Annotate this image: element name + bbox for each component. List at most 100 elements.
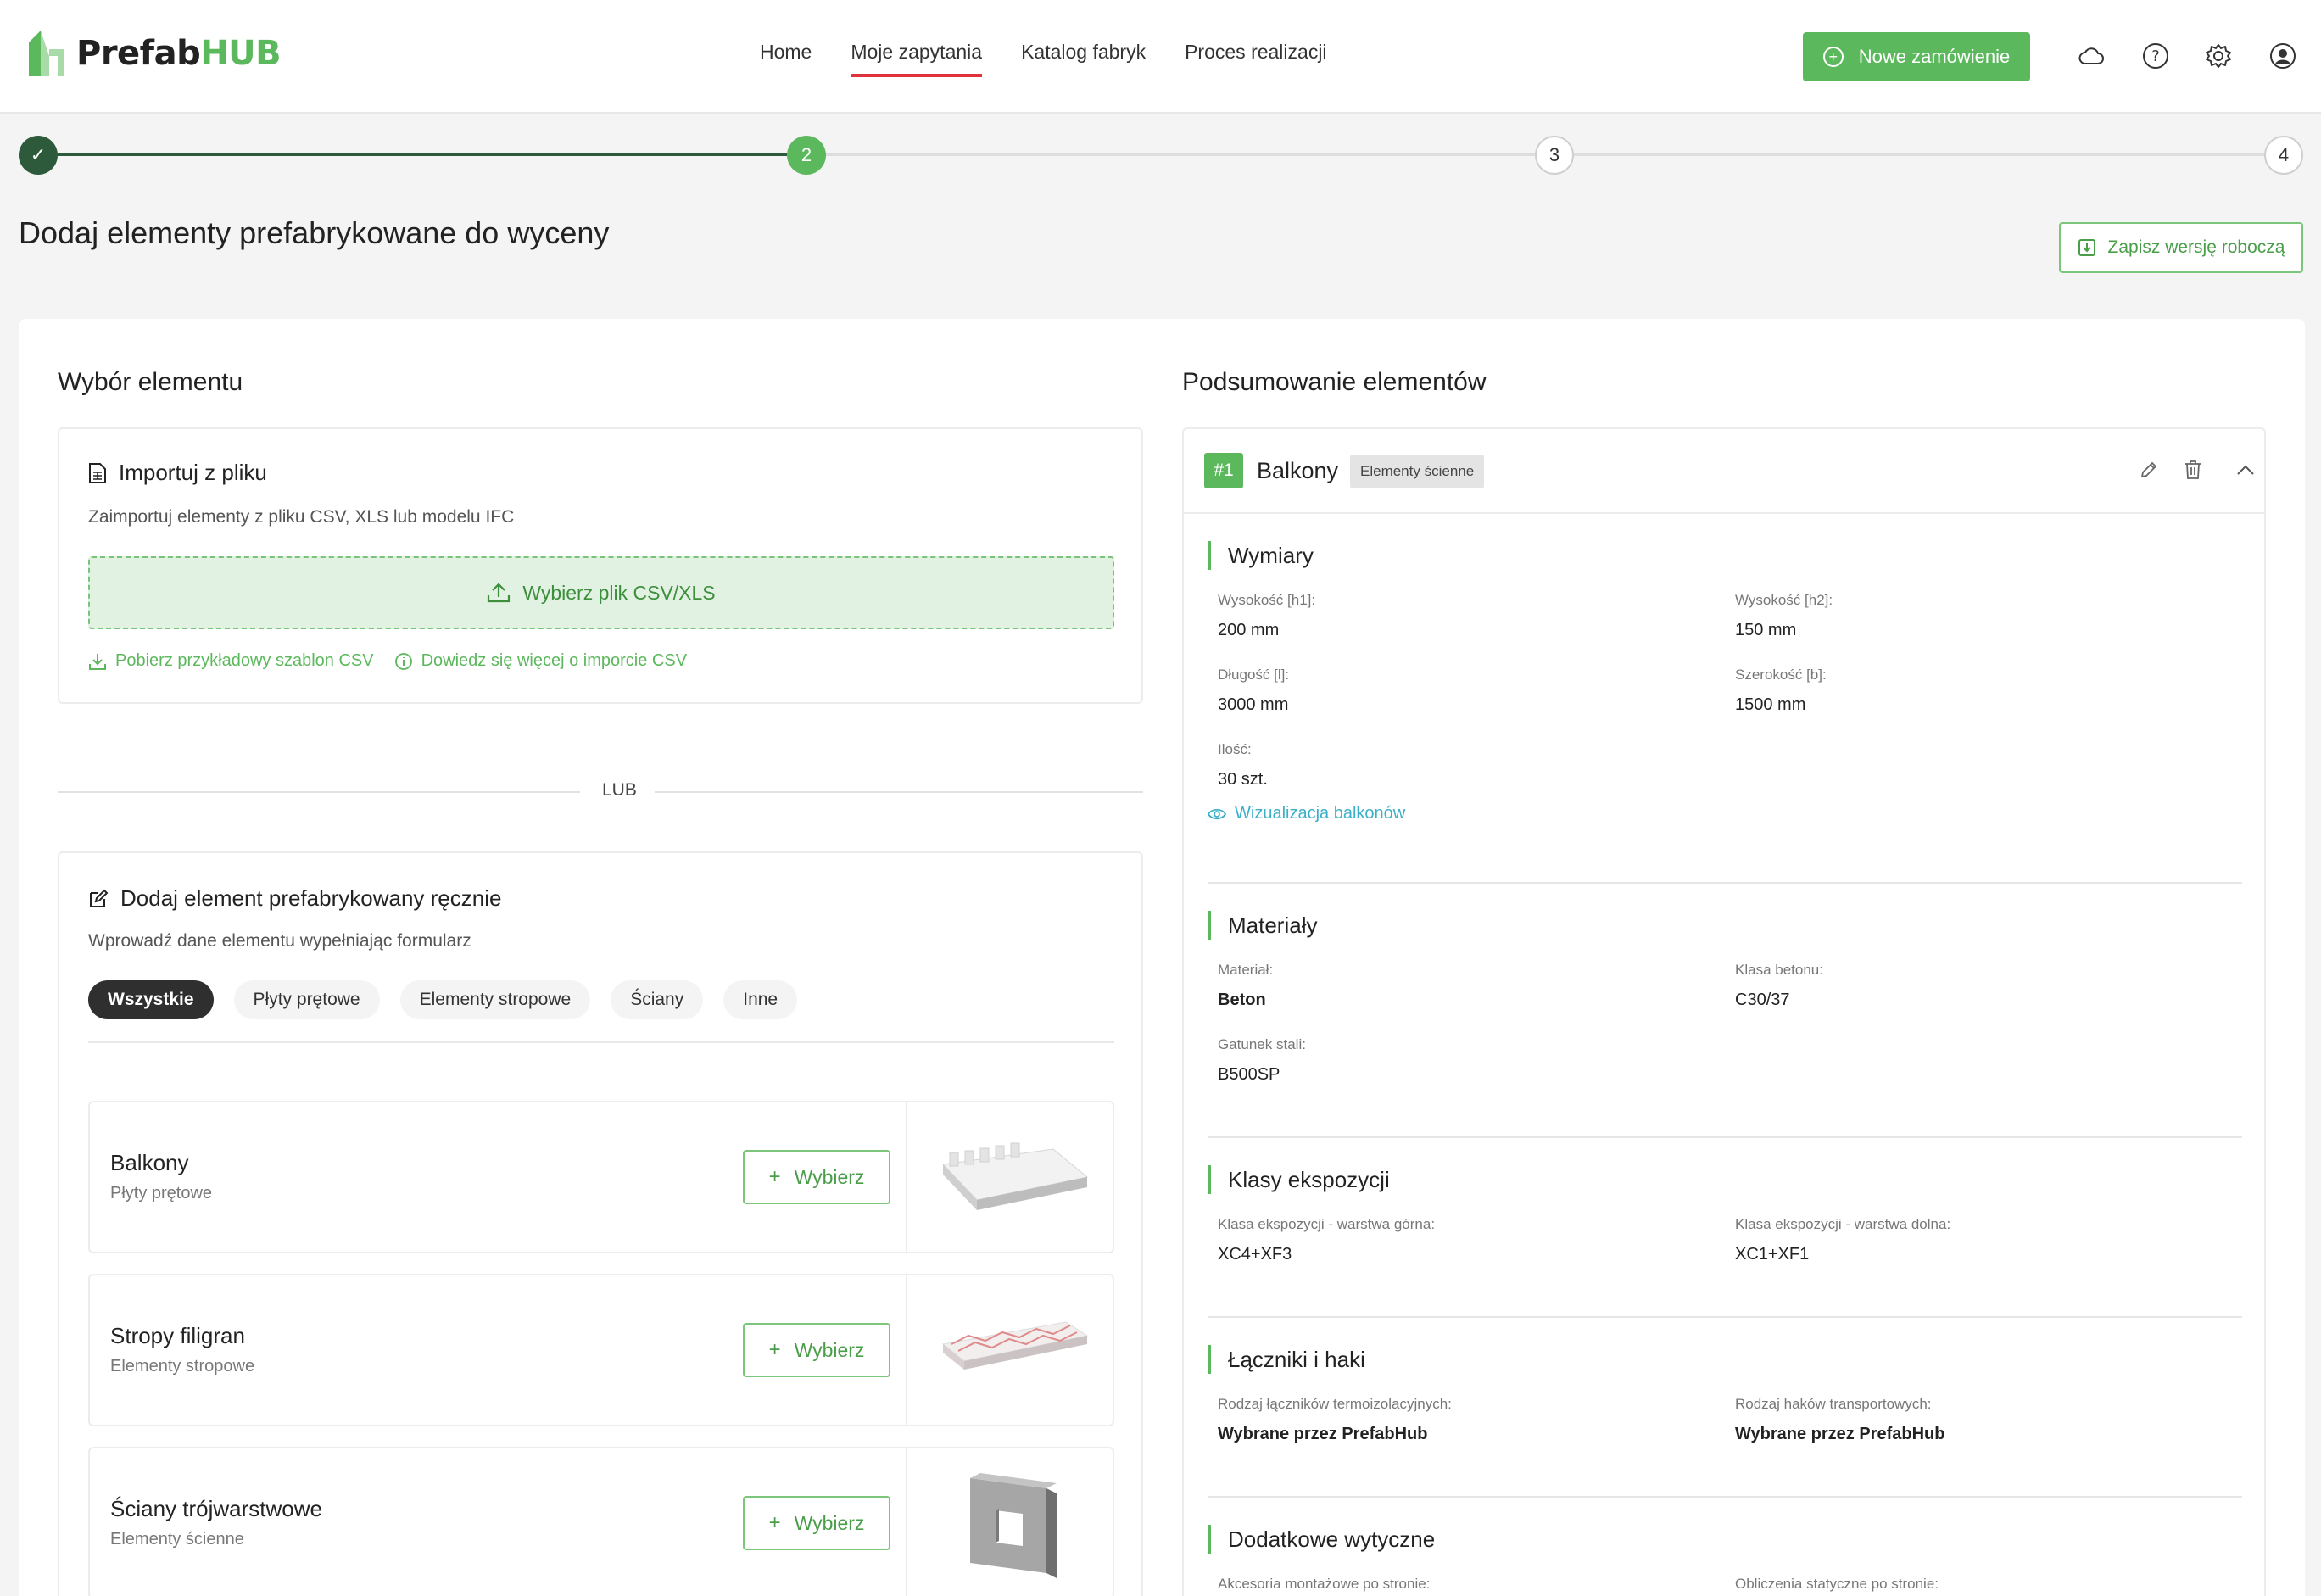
nav-proces-realizacji[interactable]: Proces realizacji: [1185, 41, 1326, 77]
summary-item-card: #1 Balkony Elementy ścienne Wymiary Wyso…: [1182, 427, 2266, 1596]
chevron-up-icon[interactable]: [2230, 455, 2261, 485]
field-label: Klasa ekspozycji - warstwa dolna:: [1735, 1216, 1951, 1232]
element-name: Stropy filigran: [110, 1323, 245, 1348]
step-line-3: [1574, 153, 2264, 156]
field-label: Wysokość [h2]:: [1735, 592, 1833, 608]
save-draft-label: Zapisz wersję roboczą: [2107, 237, 2285, 257]
category-filter: Wszystkie Płyty prętowe Elementy stropow…: [88, 980, 817, 1019]
new-order-label: Nowe zamówienie: [1858, 46, 2011, 67]
select-balkony-button[interactable]: + Wybierz: [743, 1150, 890, 1204]
field-label: Rodzaj haków transportowych:: [1735, 1396, 1932, 1412]
import-heading: Importuj z pliku: [88, 460, 267, 486]
group-title-wymiary: Wymiary: [1208, 541, 1314, 570]
manual-desc: Wprowadź dane elementu wypełniając formu…: [88, 931, 471, 951]
field-label: Rodzaj łączników termoizolacyjnych:: [1218, 1396, 1452, 1412]
chip-elementy-stropowe[interactable]: Elementy stropowe: [399, 980, 591, 1019]
cloud-icon[interactable]: [2076, 41, 2106, 71]
filigran-thumbnail: [906, 1275, 1114, 1425]
gear-icon[interactable]: [2203, 41, 2234, 71]
chip-plyty-pretowe[interactable]: Płyty prętowe: [233, 980, 380, 1019]
element-card-balkony: Balkony Płyty prętowe + Wybierz: [88, 1101, 1114, 1253]
step-1[interactable]: ✓: [19, 136, 58, 175]
nav-home[interactable]: Home: [760, 41, 812, 77]
summary-section-title: Podsumowanie elementów: [1182, 368, 1487, 396]
field-label: Obliczenia statyczne po stronie:: [1735, 1576, 1939, 1592]
item-category-tag: Elementy ścienne: [1350, 455, 1485, 488]
import-desc: Zaimportuj elementy z pliku CSV, XLS lub…: [88, 507, 515, 527]
eye-icon: [1208, 808, 1226, 819]
visualization-link[interactable]: Wizualizacja balkonów: [1208, 804, 1405, 823]
field-label: Klasa betonu:: [1735, 962, 1823, 978]
item-name: Balkony: [1257, 458, 1339, 483]
field-value: 30 szt.: [1218, 770, 1268, 789]
user-icon[interactable]: [2268, 41, 2298, 71]
plus-icon: +: [768, 1511, 781, 1534]
field-value: XC4+XF3: [1218, 1245, 1292, 1264]
plus-icon: +: [768, 1165, 781, 1188]
select-sciany-button[interactable]: + Wybierz: [743, 1496, 890, 1550]
page-title: Dodaj elementy prefabrykowane do wyceny: [19, 215, 610, 250]
chip-wszystkie[interactable]: Wszystkie: [88, 980, 214, 1019]
trash-icon[interactable]: [2178, 455, 2208, 485]
left-section-title: Wybór elementu: [58, 368, 243, 396]
or-label: LUB: [602, 780, 637, 800]
main-card: Wybór elementu Importuj z pliku Zaimport…: [19, 319, 2305, 1596]
step-4[interactable]: 4: [2264, 136, 2303, 175]
field-value: 150 mm: [1735, 621, 1797, 639]
chip-sciany[interactable]: Ściany: [611, 980, 704, 1019]
save-draft-button[interactable]: Zapisz wersję roboczą: [2059, 222, 2303, 273]
balcony-thumbnail: [906, 1102, 1114, 1252]
element-card-stropy-filigran: Stropy filigran Elementy stropowe + Wybi…: [88, 1274, 1114, 1426]
field-label: Wysokość [h1]:: [1218, 592, 1316, 608]
wall-thumbnail: [906, 1448, 1114, 1596]
field-value: XC1+XF1: [1735, 1245, 1810, 1264]
group-title-materialy: Materiały: [1208, 911, 1317, 940]
top-header: PrefabHUB Home Moje zapytania Katalog fa…: [0, 0, 2321, 114]
element-name: Balkony: [110, 1150, 189, 1175]
logo-mark-icon: [29, 31, 64, 76]
progress-stepper: ✓ 2 3 4: [19, 136, 2303, 175]
field-value: Wybrane przez PrefabHub: [1735, 1425, 1945, 1443]
nav-moje-zapytania[interactable]: Moje zapytania: [851, 41, 983, 77]
upload-file-button[interactable]: Wybierz plik CSV/XLS: [88, 556, 1114, 629]
download-icon: [89, 653, 106, 670]
element-name: Ściany trójwarstwowe: [110, 1496, 322, 1521]
summary-item-header: #1 Balkony Elementy ścienne: [1184, 429, 2264, 514]
plus-circle-icon: +: [1822, 47, 1844, 67]
chip-inne[interactable]: Inne: [723, 980, 798, 1019]
step-2[interactable]: 2: [787, 136, 826, 175]
manual-box: Dodaj element prefabrykowany ręcznie Wpr…: [58, 851, 1143, 1596]
file-icon: [89, 462, 106, 483]
step-3[interactable]: 3: [1535, 136, 1574, 175]
edit-icon: [90, 889, 109, 907]
nav-katalog-fabryk[interactable]: Katalog fabryk: [1021, 41, 1146, 77]
logo[interactable]: PrefabHUB: [29, 31, 282, 76]
manual-heading: Dodaj element prefabrykowany ręcznie: [88, 885, 501, 912]
field-label: Szerokość [b]:: [1735, 667, 1827, 683]
svg-text:?: ?: [2151, 47, 2160, 65]
learn-more-link[interactable]: Dowiedz się więcej o imporcie CSV: [394, 651, 687, 671]
or-divider: LUB: [58, 778, 1143, 804]
element-category: Płyty prętowe: [110, 1184, 213, 1203]
download-template-link[interactable]: Pobierz przykładowy szablon CSV: [88, 651, 374, 671]
field-label: Gatunek stali:: [1218, 1036, 1306, 1052]
element-category: Elementy ścienne: [110, 1530, 244, 1549]
step-line-1: [58, 153, 787, 156]
import-links: Pobierz przykładowy szablon CSV Dowiedz …: [88, 651, 707, 671]
new-order-button[interactable]: + Nowe zamówienie: [1803, 32, 2030, 81]
field-value: Beton: [1218, 991, 1266, 1009]
element-category: Elementy stropowe: [110, 1357, 255, 1376]
step-line-2: [826, 153, 1535, 156]
import-box: Importuj z pliku Zaimportuj elementy z p…: [58, 427, 1143, 704]
plus-icon: +: [768, 1338, 781, 1361]
help-icon[interactable]: ?: [2140, 41, 2171, 71]
edit-icon[interactable]: [2134, 455, 2164, 485]
upload-icon: [488, 583, 511, 603]
field-label: Długość [l]:: [1218, 667, 1290, 683]
select-stropy-filigran-button[interactable]: + Wybierz: [743, 1323, 890, 1377]
field-value: 200 mm: [1218, 621, 1280, 639]
item-number-badge: #1: [1204, 453, 1243, 488]
field-label: Ilość:: [1218, 741, 1252, 757]
main-nav: Home Moje zapytania Katalog fabryk Proce…: [760, 41, 1366, 77]
field-value: B500SP: [1218, 1065, 1280, 1084]
